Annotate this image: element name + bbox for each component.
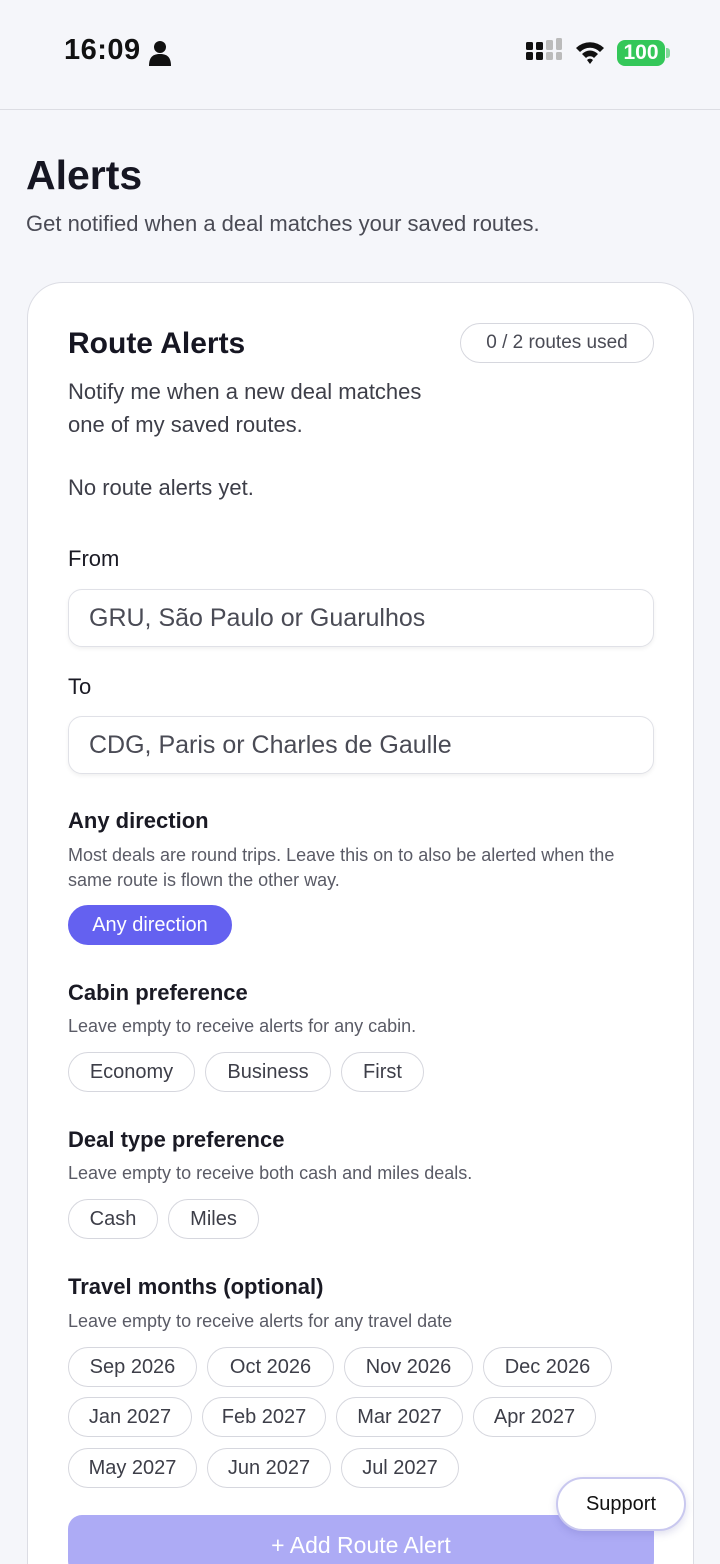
page-title: Alerts [26, 152, 143, 198]
battery-tip [666, 48, 670, 58]
status-time: 16:09 [64, 34, 141, 66]
wifi-icon [576, 42, 604, 64]
months-help: Leave empty to receive alerts for any tr… [68, 1311, 453, 1331]
direction-title: Any direction [68, 808, 209, 833]
month-chip-dec-2026[interactable]: Dec 2026 [483, 1347, 612, 1387]
from-label: From [68, 546, 120, 571]
month-chip-jan-2027[interactable]: Jan 2027 [68, 1397, 192, 1437]
deal-type-title: Deal type preference [68, 1127, 285, 1152]
month-chip-nov-2026[interactable]: Nov 2026 [344, 1347, 473, 1387]
any-direction-toggle[interactable]: Any direction [68, 905, 232, 945]
deal-type-help: Leave empty to receive both cash and mil… [68, 1163, 473, 1183]
cabin-title: Cabin preference [68, 980, 248, 1005]
month-chip-feb-2027[interactable]: Feb 2027 [202, 1397, 326, 1437]
signal-icon [526, 38, 562, 60]
direction-help: Most deals are round trips. Leave this o… [68, 845, 615, 890]
month-chip-apr-2027[interactable]: Apr 2027 [473, 1397, 596, 1437]
route-alerts-card: Route Alerts 0 / 2 routes used Notify me… [27, 282, 694, 1564]
cabin-chip-economy[interactable]: Economy [68, 1052, 195, 1092]
support-button[interactable]: Support [556, 1477, 686, 1531]
cabin-chip-business[interactable]: Business [205, 1052, 331, 1092]
person-icon [149, 41, 171, 66]
from-input[interactable] [68, 589, 654, 647]
to-label: To [68, 674, 92, 699]
month-chip-oct-2026[interactable]: Oct 2026 [207, 1347, 334, 1387]
month-chip-jul-2027[interactable]: Jul 2027 [341, 1448, 459, 1488]
month-chip-mar-2027[interactable]: Mar 2027 [336, 1397, 463, 1437]
page-subtitle: Get notified when a deal matches your sa… [26, 211, 540, 236]
deal-chip-cash[interactable]: Cash [68, 1199, 158, 1239]
battery-icon: 100 [617, 40, 665, 66]
to-input[interactable] [68, 716, 654, 774]
cabin-help: Leave empty to receive alerts for any ca… [68, 1016, 417, 1036]
month-chip-jun-2027[interactable]: Jun 2027 [207, 1448, 331, 1488]
deal-chip-miles[interactable]: Miles [168, 1199, 259, 1239]
months-title: Travel months (optional) [68, 1274, 324, 1299]
cabin-chip-first[interactable]: First [341, 1052, 424, 1092]
card-description: Notify me when a new deal matches one of… [68, 379, 422, 437]
status-bar: 16:09 100 [0, 0, 720, 110]
battery-level: 100 [623, 41, 659, 64]
card-title: Route Alerts [68, 327, 246, 360]
usage-badge: 0 / 2 routes used [460, 323, 654, 363]
month-chip-sep-2026[interactable]: Sep 2026 [68, 1347, 197, 1387]
empty-state-text: No route alerts yet. [68, 475, 254, 500]
month-chip-may-2027[interactable]: May 2027 [68, 1448, 197, 1488]
